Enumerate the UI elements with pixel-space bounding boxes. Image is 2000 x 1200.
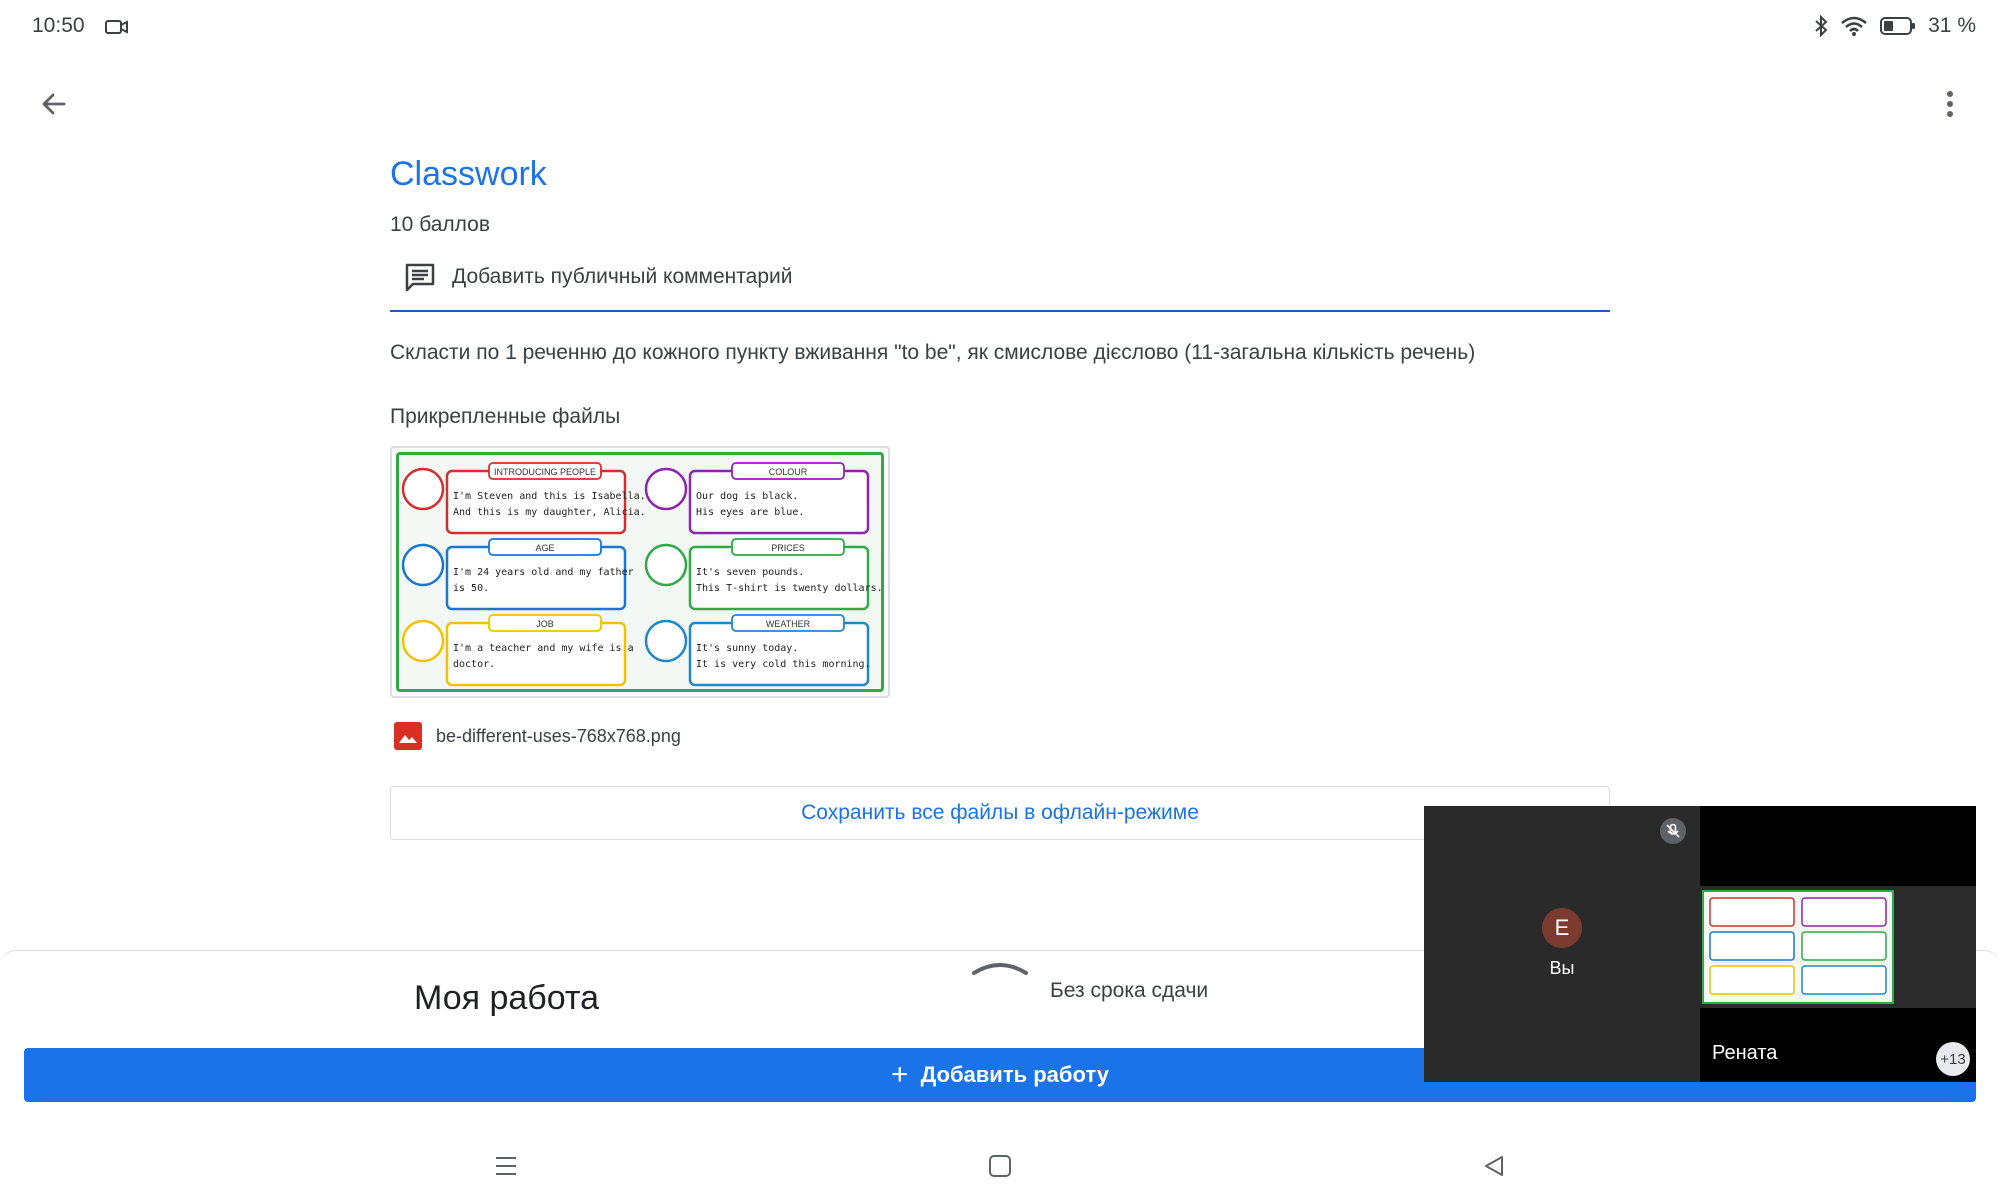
preview-card (1709, 965, 1795, 995)
more-vert-icon (1947, 91, 1953, 117)
preview-card (1709, 931, 1795, 961)
points-label: 10 баллов (390, 213, 490, 236)
thumbnail-card-icon (401, 467, 445, 511)
attachment-file-name: be-different-uses-768x768.png (436, 725, 681, 746)
square-icon (989, 1155, 1011, 1177)
assignment-content: Classwork 10 баллов Добавить публичный к… (390, 148, 1610, 840)
thumbnail-card-line: I'm Steven and this is Isabella. (453, 491, 646, 502)
arrow-back-icon (42, 93, 66, 115)
thumbnail-card-line: I'm 24 years old and my father (453, 567, 634, 578)
triangle-back-icon (1485, 1156, 1503, 1176)
system-back-button[interactable] (1474, 1146, 1514, 1186)
thumbnail-card (688, 621, 870, 687)
participant-count-badge[interactable]: +13 (1936, 1042, 1970, 1076)
thumbnail-card-icon (644, 619, 688, 663)
thumbnail-card-line: And this is my daughter, Alicia. (453, 507, 646, 518)
more-options-button[interactable] (1926, 80, 1974, 128)
thumbnail-card-line: is 50. (453, 583, 489, 594)
thumbnail-card-line: doctor. (453, 659, 495, 670)
video-camera-icon (105, 20, 128, 34)
preview-card (1801, 965, 1887, 995)
thumbnail-image: INTRODUCING PEOPLE I'm Steven and this is… (396, 452, 884, 692)
thumbnail-card-icon (644, 467, 688, 511)
thumbnail-card (445, 621, 627, 687)
mic-off-icon (1660, 818, 1686, 844)
system-navigation-bar (0, 1130, 2000, 1200)
remote-tile[interactable]: Рената +13 (1700, 806, 1976, 1082)
preview-card (1801, 931, 1887, 961)
thumbnail-card (688, 469, 870, 535)
thumbnail-card-heading: INTRODUCING PEOPLE (494, 467, 596, 477)
thumbnail-card-icon (401, 619, 445, 663)
preview-card (1801, 897, 1887, 927)
thumbnail-card-line: His eyes are blue. (696, 507, 804, 518)
status-bar: 10:50 31 % (0, 0, 2000, 56)
instructions-text: Скласти по 1 реченню до кожного пункту в… (390, 341, 1476, 364)
my-work-title: Моя работа (414, 979, 600, 1017)
remote-screen-share (1700, 886, 1976, 1008)
status-icons: 31 % (1814, 14, 1976, 38)
meet-call-overlay[interactable]: Е Вы Рената +13 (1424, 806, 1976, 1082)
add-comment-button[interactable]: Добавить публичный комментарий (390, 254, 1610, 312)
thumbnail-card-line: Our dog is black. (696, 491, 798, 502)
thumbnail-card-heading: PRICES (771, 543, 805, 553)
thumbnail-card-line: I'm a teacher and my wife is a (453, 643, 634, 654)
self-tile[interactable]: Е Вы (1424, 806, 1700, 1082)
battery-icon (1880, 17, 1916, 35)
attachment-file[interactable]: be-different-uses-768x768.png (390, 722, 1610, 750)
thumbnail-card (688, 545, 870, 611)
menu-icon (496, 1157, 516, 1175)
preview-card (1709, 897, 1795, 927)
thumbnail-card-line: It is very cold this morning. (696, 659, 871, 670)
avatar: Е (1542, 908, 1582, 948)
comment-icon (405, 263, 435, 292)
status-time: 10:50 (32, 14, 85, 37)
thumbnail-card-heading: COLOUR (769, 467, 808, 477)
plus-icon: + (891, 1058, 909, 1091)
battery-percent: 31 % (1928, 14, 1976, 37)
thumbnail-card-line: It's sunny today. (696, 643, 798, 654)
add-work-label: Добавить работу (920, 1062, 1109, 1087)
bluetooth-icon (1815, 15, 1828, 37)
self-label: Вы (1549, 958, 1575, 978)
thumbnail-graphic: INTRODUCING PEOPLE I'm Steven and this is… (401, 462, 883, 687)
page-title: Classwork (390, 155, 547, 193)
remote-participant-name: Рената (1712, 1042, 1778, 1064)
thumbnail-card-heading: WEATHER (766, 619, 811, 629)
image-file-icon (394, 722, 422, 750)
thumbnail-card-heading: AGE (535, 543, 554, 553)
add-comment-label: Добавить публичный комментарий (452, 265, 793, 288)
shared-screen-preview (1702, 890, 1894, 1004)
attachment-thumbnail[interactable]: INTRODUCING PEOPLE I'm Steven and this is… (390, 446, 890, 698)
thumbnail-card-icon (644, 543, 688, 587)
thumbnail-card (445, 469, 627, 535)
wifi-icon (1841, 16, 1867, 36)
thumbnail-card-line: It's seven pounds. (696, 567, 804, 578)
thumbnail-card-heading: JOB (536, 619, 554, 629)
thumbnail-card-icon (401, 543, 445, 587)
deadline-label: Без срока сдачи (1050, 979, 1209, 1002)
attachments-heading: Прикрепленные файлы (390, 405, 621, 428)
thumbnail-card-line: This T-shirt is twenty dollars. (696, 583, 883, 594)
recents-button[interactable] (486, 1146, 526, 1186)
back-button[interactable] (30, 80, 78, 128)
expand-less-icon[interactable] (970, 959, 1030, 977)
thumbnail-card (445, 545, 627, 611)
home-button[interactable] (980, 1146, 1020, 1186)
